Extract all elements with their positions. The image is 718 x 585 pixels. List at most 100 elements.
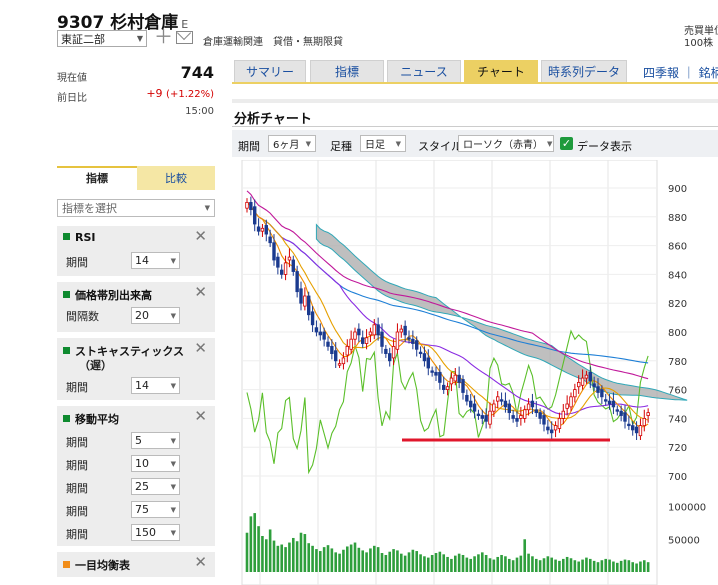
tab-news[interactable]: ニュース xyxy=(387,60,461,82)
stochastic-period-select[interactable]: 14 ▼ xyxy=(131,377,180,394)
volume-profile-interval-label: 間隔数 xyxy=(66,310,99,323)
volume-profile-card: 価格帯別出来高 ✕ 間隔数 20 ▼ xyxy=(57,282,215,332)
exchange-select[interactable]: 東証二部 ▼ xyxy=(57,30,147,47)
period-label: 期間 xyxy=(238,140,260,153)
volume-bar xyxy=(392,549,395,572)
bar-type-select[interactable]: 日足 ▼ xyxy=(360,135,406,152)
price-tick-label: 900 xyxy=(668,184,687,195)
indicator-select-placeholder: 指標を選択 xyxy=(62,202,117,215)
close-icon[interactable]: ✕ xyxy=(194,227,207,245)
chevron-down-icon: ▼ xyxy=(305,139,311,148)
volume-bar xyxy=(326,545,330,572)
green-square-icon xyxy=(63,233,70,240)
rsi-period-select[interactable]: 14 ▼ xyxy=(131,252,180,269)
candle-body xyxy=(388,353,392,362)
volume-bar xyxy=(585,557,588,572)
style-select[interactable]: ローソク（赤青） ▼ xyxy=(458,135,554,152)
indicator-select[interactable]: 指標を選択 ▼ xyxy=(57,199,215,217)
rsi-title: RSI xyxy=(63,231,96,244)
candle-body xyxy=(330,345,334,354)
mail-icon[interactable] xyxy=(176,31,193,44)
tab-chart[interactable]: チャート xyxy=(464,60,538,82)
candle-body xyxy=(372,324,376,336)
candle-body xyxy=(642,417,646,426)
volume-bar xyxy=(561,558,565,572)
candle-body xyxy=(573,389,577,398)
ma-period-select-4[interactable]: 75 ▼ xyxy=(131,501,180,518)
ma-period-label: 期間 xyxy=(66,459,88,472)
candle-body xyxy=(569,396,573,408)
bar-type-value: 日足 xyxy=(365,140,385,151)
candle-body xyxy=(349,338,353,350)
analysis-chart[interactable]: 900 880 860 840 820 800 780 760 740 720 700 100000 5… xyxy=(232,160,718,585)
volume-bar xyxy=(615,562,619,572)
candle-body xyxy=(322,331,326,340)
rsi-period-label: 期間 xyxy=(66,256,88,269)
close-icon[interactable]: ✕ xyxy=(194,407,207,425)
candle-body xyxy=(519,415,523,419)
chevron-down-icon: ▼ xyxy=(170,311,176,320)
candle-body xyxy=(623,412,627,422)
price-tick-label: 760 xyxy=(668,386,687,397)
candle-body xyxy=(295,271,299,293)
period-select[interactable]: 6ヶ月 ▼ xyxy=(268,135,316,152)
stochastic-period-label: 期間 xyxy=(66,381,88,394)
volume-bar xyxy=(511,560,515,572)
volume-bar xyxy=(388,551,392,572)
candle-body xyxy=(310,311,315,326)
stochastic-subtitle: （遅） xyxy=(79,359,112,372)
volume-bar xyxy=(592,560,596,572)
volume-bar xyxy=(357,547,361,572)
volume-bar xyxy=(403,555,407,572)
quote-time: 15:00 xyxy=(185,106,214,117)
add-portfolio-icon[interactable]: ＋ xyxy=(154,27,173,47)
volume-tick-label: 100000 xyxy=(668,503,706,514)
candle-body xyxy=(638,425,643,437)
close-icon[interactable]: ✕ xyxy=(194,339,207,357)
section-title: 分析チャート xyxy=(234,112,312,127)
ma-period-select-5[interactable]: 150 ▼ xyxy=(131,524,180,541)
tab-time-series[interactable]: 時系列データ xyxy=(541,60,627,82)
close-icon[interactable]: ✕ xyxy=(194,283,207,301)
price-tick-label: 820 xyxy=(668,299,687,310)
volume-bar xyxy=(430,554,434,572)
candle-body xyxy=(461,379,465,393)
volume-bar xyxy=(399,553,403,572)
candle-body xyxy=(484,415,488,422)
candle-body xyxy=(515,417,519,422)
candle-body xyxy=(627,423,631,427)
volume-bar xyxy=(334,552,338,572)
candle-body xyxy=(272,242,276,261)
candle-body xyxy=(276,256,280,268)
candle-body xyxy=(523,409,527,419)
extra-links[interactable]: 四季報 ｜ 銘柄 xyxy=(643,64,718,81)
candle-body xyxy=(511,415,515,419)
close-icon[interactable]: ✕ xyxy=(194,553,207,571)
volume-bar xyxy=(558,560,561,572)
price-tick-label: 740 xyxy=(668,414,687,425)
trading-unit-label: 売買単位 xyxy=(684,26,718,37)
ma-period-select-1[interactable]: 5 ▼ xyxy=(131,432,180,449)
ma-period-select-3[interactable]: 25 ▼ xyxy=(131,478,180,495)
ma-period-value: 10 xyxy=(135,457,149,470)
volume-bar xyxy=(492,559,496,572)
candle-body xyxy=(384,348,388,354)
change-percent: (+1.22%) xyxy=(166,89,214,100)
candle-body xyxy=(334,350,338,362)
volume-bar xyxy=(569,558,573,572)
volume-bar xyxy=(612,561,615,572)
volume-bar xyxy=(577,561,581,572)
volume-profile-interval-select[interactable]: 20 ▼ xyxy=(131,307,180,324)
tab-compare[interactable]: 比較 xyxy=(137,166,215,190)
tab-summary[interactable]: サマリー xyxy=(234,60,306,82)
tab-indicators[interactable]: 指標 xyxy=(310,60,384,82)
tab-indicator[interactable]: 指標 xyxy=(57,166,137,190)
volume-bar xyxy=(353,542,357,572)
volume-bar xyxy=(438,551,442,572)
candle-body xyxy=(399,328,403,333)
volume-bar xyxy=(523,539,527,572)
candle-body xyxy=(376,324,380,336)
data-display-checkbox[interactable]: ✓ xyxy=(560,137,573,150)
candle-body xyxy=(361,337,365,344)
ma-period-select-2[interactable]: 10 ▼ xyxy=(131,455,180,472)
